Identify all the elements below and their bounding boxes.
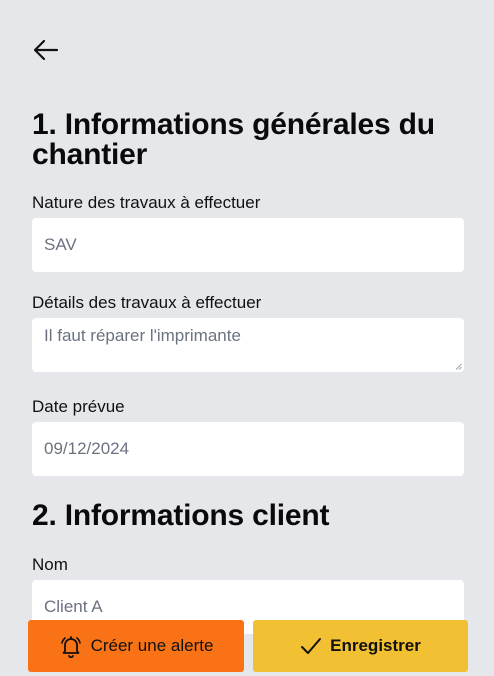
nature-value: SAV [44,235,77,254]
details-label: Détails des travaux à effectuer [32,293,262,312]
nature-label: Nature des travaux à effectuer [32,193,261,212]
details-textarea[interactable]: Il faut réparer l'imprimante [32,318,464,372]
back-button[interactable] [33,36,63,64]
nature-field[interactable]: SAV [32,218,464,272]
nom-label: Nom [32,555,68,574]
nom-value: Client A [44,597,103,616]
date-label: Date prévue [32,397,125,416]
arrow-left-icon [33,39,59,61]
date-value: 09/12/2024 [44,439,130,458]
create-alert-button[interactable]: Créer une alerte [28,620,244,672]
date-field[interactable]: 09/12/2024 [32,422,464,476]
save-label: Enregistrer [330,636,421,655]
section-title-client: 2. Informations client [32,499,330,532]
create-alert-label: Créer une alerte [90,636,214,655]
section-title-general: 1. Informations générales du chantier [32,108,435,171]
resize-grip-icon[interactable] [455,363,462,370]
details-value: Il faut réparer l'imprimante [44,326,241,345]
save-button[interactable]: Enregistrer [253,620,468,672]
check-icon [301,638,322,654]
bell-icon [60,636,81,658]
